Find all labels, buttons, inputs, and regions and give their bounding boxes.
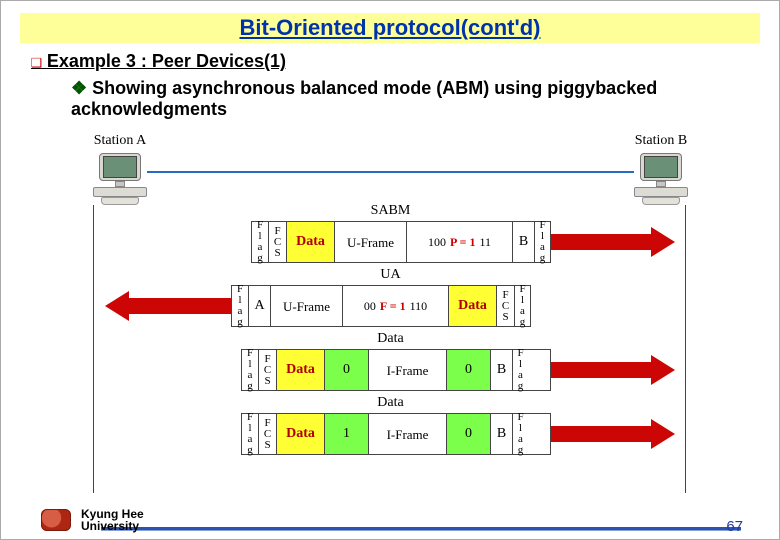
- title-bar: Bit-Oriented protocol(cont'd): [20, 13, 760, 43]
- slide: Bit-Oriented protocol(cont'd) ❑ Example …: [0, 0, 780, 540]
- arrow-right-icon: [535, 423, 675, 445]
- uframe-field: U-Frame: [270, 286, 342, 326]
- frame-row-data-1: Data Flag FCS Data 0 I-Frame 0 B Flag: [93, 347, 688, 393]
- example-text: Example 3 : Peer Devices(1): [47, 51, 286, 71]
- flag-field: Flag: [232, 286, 248, 326]
- computer-icon: [93, 149, 147, 203]
- bullet-icon: ❑: [31, 51, 42, 72]
- computer-icon: [634, 149, 688, 203]
- fcs-field: FCS: [258, 350, 276, 390]
- footer-divider: [101, 527, 741, 531]
- addr-field: B: [490, 414, 512, 454]
- fcs-field: FCS: [268, 222, 286, 262]
- diamond-icon: ❖: [71, 78, 87, 98]
- addr-field: B: [512, 222, 534, 262]
- flag-field: Flag: [512, 414, 528, 454]
- frame-caption: SABM: [93, 203, 688, 219]
- frame-caption: UA: [93, 267, 688, 283]
- frame-row-ua: UA Flag A U-Frame 00 F = 1 110 Data FCS …: [93, 283, 688, 329]
- example-heading: ❑ Example 3 : Peer Devices(1): [31, 51, 749, 72]
- ack-num: 0: [446, 350, 490, 390]
- seq-num: 1: [324, 414, 368, 454]
- station-b-label: Station B: [634, 133, 688, 149]
- frame-box: Flag A U-Frame 00 F = 1 110 Data FCS Fla…: [231, 285, 531, 327]
- flag-field: Flag: [252, 222, 268, 262]
- frame-caption: Data: [93, 331, 688, 347]
- frame-box: Flag FCS Data U-Frame 100 P = 1 11 B Fla…: [251, 221, 551, 263]
- slide-footer: Kyung HeeUniversity 67: [1, 527, 780, 531]
- fcs-field: FCS: [496, 286, 514, 326]
- frame-caption: Data: [93, 395, 688, 411]
- protocol-diagram: Station A Station B SABM Flag FCS Data: [93, 133, 688, 493]
- arrow-left-icon: [105, 295, 245, 317]
- uframe-field: U-Frame: [334, 222, 406, 262]
- arrow-right-icon: [535, 231, 675, 253]
- station-a: Station A: [93, 133, 147, 203]
- university-name: Kyung HeeUniversity: [81, 508, 144, 533]
- frame-row-data-2: Data Flag FCS Data 1 I-Frame 0 B Flag: [93, 411, 688, 457]
- data-field: Data: [276, 350, 324, 390]
- arrow-right-icon: [535, 359, 675, 381]
- control-bits: 100 P = 1 11: [406, 222, 512, 262]
- slide-title: Bit-Oriented protocol(cont'd): [240, 15, 541, 40]
- flag-field: Flag: [514, 286, 530, 326]
- university-logo-icon: [41, 509, 71, 531]
- station-b: Station B: [634, 133, 688, 203]
- data-field: Data: [276, 414, 324, 454]
- frame-box: Flag FCS Data 1 I-Frame 0 B Flag: [241, 413, 551, 455]
- flag-field: Flag: [242, 350, 258, 390]
- control-bits: 00 F = 1 110: [342, 286, 448, 326]
- iframe-field: I-Frame: [368, 414, 446, 454]
- frame-box: Flag FCS Data 0 I-Frame 0 B Flag: [241, 349, 551, 391]
- ack-num: 0: [446, 414, 490, 454]
- sub-heading: ❖ Showing asynchronous balanced mode (AB…: [71, 78, 749, 120]
- addr-field: A: [248, 286, 270, 326]
- fcs-field: FCS: [258, 414, 276, 454]
- iframe-field: I-Frame: [368, 350, 446, 390]
- flag-field: Flag: [512, 350, 528, 390]
- addr-field: B: [490, 350, 512, 390]
- link-line: [147, 171, 634, 173]
- data-field: Data: [286, 222, 334, 262]
- frame-row-sabm: SABM Flag FCS Data U-Frame 100 P = 1 11 …: [93, 219, 688, 265]
- data-field: Data: [448, 286, 496, 326]
- seq-num: 0: [324, 350, 368, 390]
- sub-text: Showing asynchronous balanced mode (ABM)…: [71, 78, 657, 119]
- flag-field: Flag: [242, 414, 258, 454]
- flag-field: Flag: [534, 222, 550, 262]
- station-a-label: Station A: [93, 133, 147, 149]
- page-number: 67: [726, 518, 743, 535]
